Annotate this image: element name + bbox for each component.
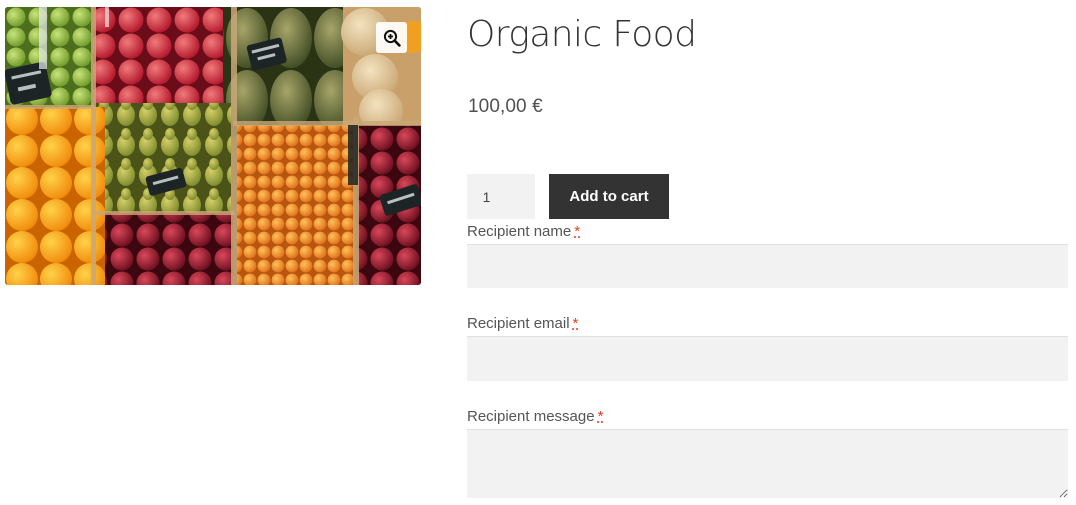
product-image[interactable] <box>5 7 421 285</box>
recipient-message-label-text: Recipient message <box>467 408 595 425</box>
recipient-name-label: Recipient name * <box>467 223 580 240</box>
product-photo <box>5 7 421 285</box>
required-marker: * <box>597 408 604 425</box>
recipient-email-label-text: Recipient email <box>467 315 570 332</box>
recipient-name-input[interactable] <box>467 244 1068 288</box>
zoom-in-icon <box>383 29 401 47</box>
recipient-email-label: Recipient email * <box>467 315 578 332</box>
product-title: Organic Food <box>467 14 697 55</box>
product-price: 100,00 € <box>468 96 543 117</box>
required-marker: * <box>572 315 579 332</box>
recipient-message-label: Recipient message * <box>467 408 603 425</box>
add-to-cart-button[interactable]: Add to cart <box>549 174 669 219</box>
quantity-input[interactable] <box>467 174 535 219</box>
recipient-email-input[interactable] <box>467 336 1068 381</box>
required-marker: * <box>574 223 581 240</box>
zoom-button[interactable] <box>376 22 407 53</box>
recipient-message-textarea[interactable] <box>467 429 1068 498</box>
recipient-name-label-text: Recipient name <box>467 223 572 240</box>
